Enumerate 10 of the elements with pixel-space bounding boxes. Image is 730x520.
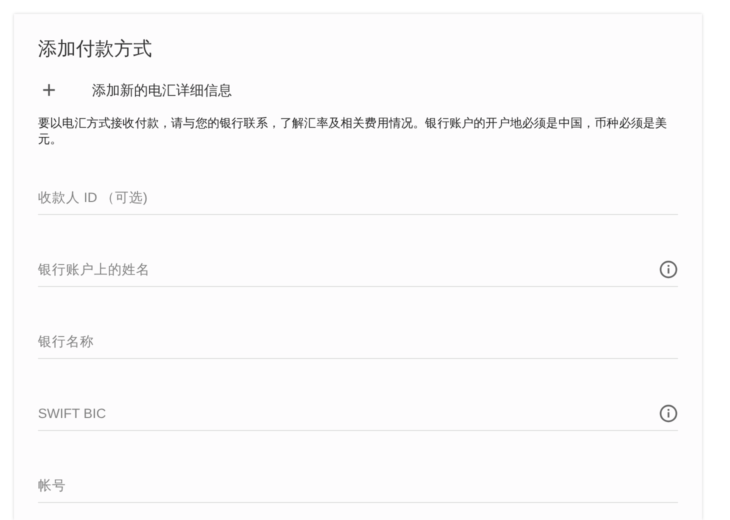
input-field[interactable]: 银行名称 bbox=[38, 324, 678, 358]
input-field[interactable]: 收款人 ID （可选) bbox=[38, 180, 678, 214]
dialog-title: 添加付款方式 bbox=[38, 38, 153, 62]
description-text: 要以电汇方式接收付款，请与您的银行联系，了解汇率及相关费用情况。银行账户的开户地必须是中国，币种必须是美元。 bbox=[38, 115, 668, 147]
input-field[interactable]: SWIFT BIC bbox=[38, 396, 659, 430]
info-icon[interactable] bbox=[659, 260, 678, 278]
info-icon[interactable] bbox=[659, 404, 678, 422]
input-field[interactable]: 银行账户上的姓名 bbox=[38, 252, 659, 286]
input-field[interactable]: 帐号 bbox=[38, 468, 678, 502]
add-wire-details-link[interactable]: + 添加新的电汇详细信息 bbox=[38, 77, 232, 105]
